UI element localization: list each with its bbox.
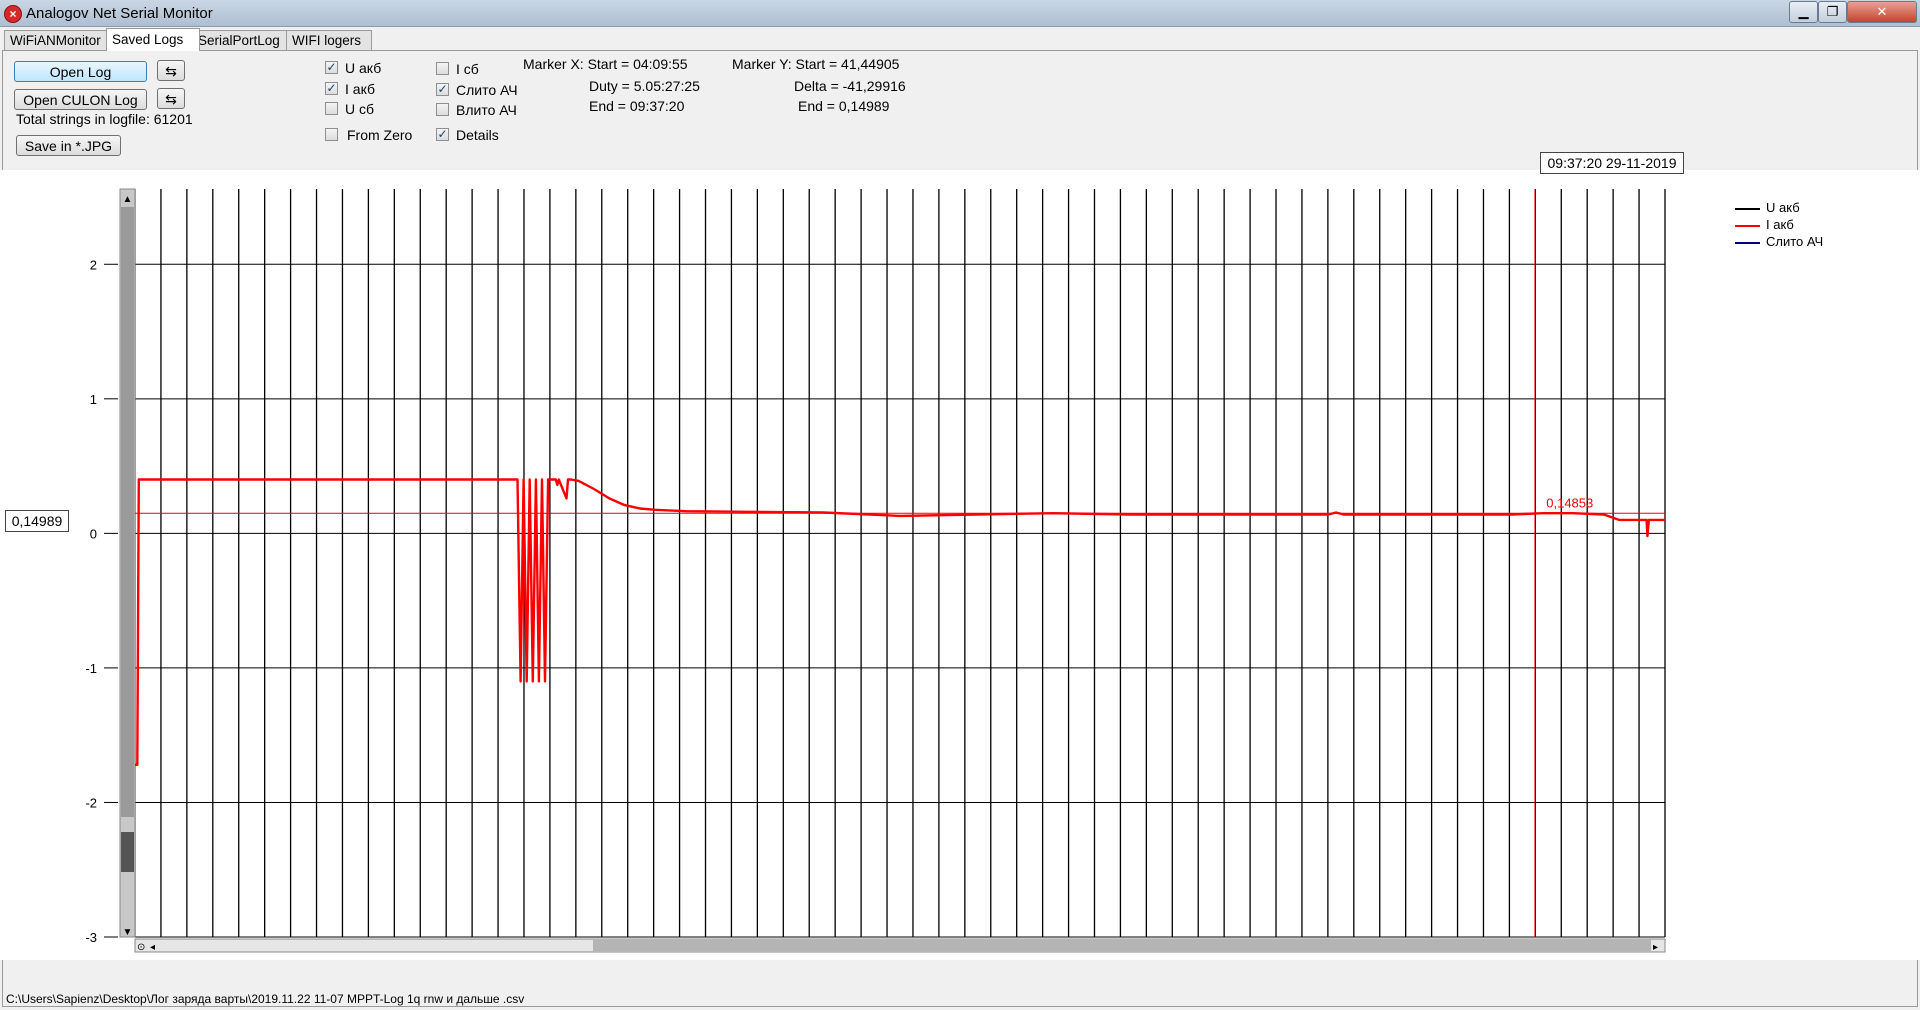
marker-y-delta: Delta = -41,29916: [794, 78, 906, 94]
reload-log-icon[interactable]: ⇆: [157, 60, 185, 81]
marker-y-start: Marker Y: Start = 41,44905: [732, 56, 900, 72]
chart-area[interactable]: 2 1 0 -1 -2 -3 ▲ ▼ ◂ ▸ ⊙ 0,14853 U акб I акб Слито АЧ: [0, 170, 1920, 960]
scroll-down-icon[interactable]: ▼: [123, 927, 133, 938]
marker-y-end: End = 0,14989: [798, 98, 890, 114]
checkbox-box[interactable]: ✓: [325, 61, 338, 74]
marker-x-end: End = 09:37:20: [589, 98, 685, 114]
timestamp-display: 09:37:20 29-11-2019: [1540, 152, 1684, 174]
checkbox-box[interactable]: ✓: [325, 82, 338, 95]
marker-x-duty: Duty = 5.05:27:25: [589, 78, 700, 94]
tab-wifianmonitor[interactable]: WiFiANMonitor: [4, 30, 108, 50]
vertical-scrollbar-handle[interactable]: [121, 832, 134, 872]
checkbox-box[interactable]: ✓: [436, 128, 449, 141]
checkbox-label: From Zero: [347, 127, 413, 143]
chart-legend: U акб I акб Слито АЧ: [1735, 200, 1915, 251]
open-log-button[interactable]: Open Log: [14, 61, 147, 82]
legend-label: Слито АЧ: [1766, 234, 1824, 249]
vertical-scrollbar-thumb[interactable]: [121, 207, 134, 817]
checkbox-label: U сб: [345, 101, 375, 117]
maximize-button[interactable]: ❐: [1818, 1, 1847, 23]
title-bar: × Analogov Net Serial Monitor ▁ ❐ ✕: [0, 0, 1920, 27]
reload-culon-icon[interactable]: ⇆: [157, 88, 185, 109]
checkbox-box[interactable]: [436, 103, 449, 116]
series-line-1: [135, 478, 1665, 766]
checkbox-label: Влито АЧ: [456, 102, 517, 118]
y-tick-label: -3: [85, 930, 97, 945]
marker-x-start: Marker X: Start = 04:09:55: [523, 56, 688, 72]
chart-svg[interactable]: 2 1 0 -1 -2 -3 ▲ ▼ ◂ ▸ ⊙ 0,14853: [0, 170, 1920, 960]
legend-swatch: [1735, 208, 1760, 210]
window-title: Analogov Net Serial Monitor: [26, 5, 213, 22]
tab-wifi-logers[interactable]: WIFI logers: [286, 30, 372, 50]
legend-label: U акб: [1766, 200, 1800, 215]
tab-saved-logs[interactable]: Saved Logs: [106, 28, 200, 51]
app-icon: ×: [4, 5, 22, 23]
cursor-value-display: 0,14989: [5, 510, 69, 532]
y-tick-label: 0: [90, 526, 97, 541]
y-tick-label: 2: [90, 257, 97, 272]
checkbox-label: I акб: [345, 81, 376, 97]
checkbox-box[interactable]: [325, 102, 338, 115]
legend-item: U акб: [1735, 200, 1915, 217]
checkbox-label: I сб: [456, 61, 479, 77]
scroll-up-icon[interactable]: ▲: [123, 194, 133, 205]
save-jpg-button[interactable]: Save in *.JPG: [16, 135, 121, 156]
y-tick-label: -2: [85, 795, 97, 810]
checkbox-box[interactable]: [325, 128, 338, 141]
point-annotation-label: 0,14853: [1546, 495, 1593, 510]
open-culon-log-button[interactable]: Open CULON Log: [14, 89, 147, 110]
checkbox-label: U акб: [345, 60, 382, 76]
legend-swatch: [1735, 225, 1760, 227]
checkbox-label: Слито АЧ: [456, 82, 518, 98]
checkbox-box[interactable]: [436, 62, 449, 75]
checkbox-box[interactable]: ✓: [436, 83, 449, 96]
total-strings-label: Total strings in logfile: 61201: [16, 111, 193, 127]
legend-item: I акб: [1735, 217, 1915, 234]
scroll-left-icon[interactable]: ◂: [150, 942, 155, 953]
legend-swatch: [1735, 242, 1760, 244]
close-button[interactable]: ✕: [1847, 1, 1917, 23]
status-file-path: C:\Users\Sapienz\Desktop\Лог заряда варт…: [6, 992, 525, 1006]
minimize-button[interactable]: ▁: [1789, 1, 1818, 23]
scroll-right-icon[interactable]: ▸: [1653, 942, 1658, 953]
legend-label: I акб: [1766, 217, 1794, 232]
tab-serialportlog[interactable]: SerialPortLog: [192, 30, 294, 50]
y-tick-label: -1: [85, 661, 97, 676]
checkbox-label: Details: [456, 127, 499, 143]
zoom-reset-icon[interactable]: ⊙: [137, 942, 145, 953]
horizontal-scrollbar-thumb[interactable]: [593, 940, 1651, 951]
y-tick-label: 1: [90, 392, 97, 407]
legend-item: Слито АЧ: [1735, 234, 1915, 251]
